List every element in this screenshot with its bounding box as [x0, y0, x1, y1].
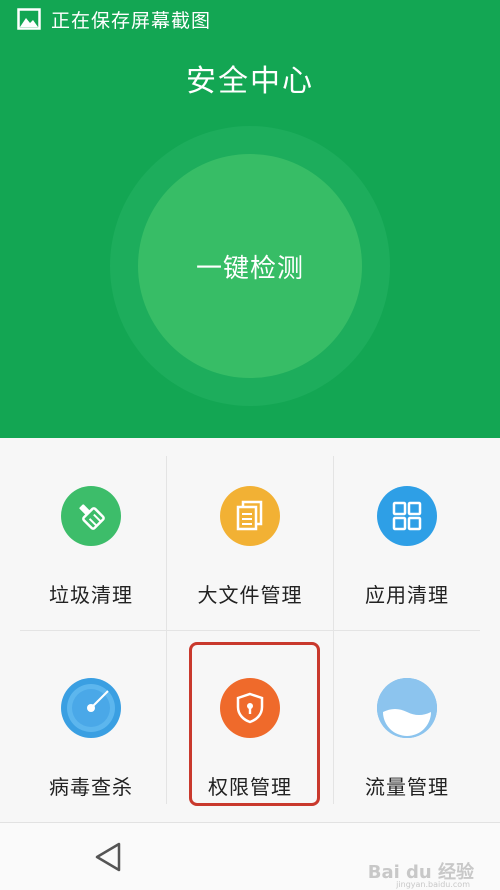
document-icon: [220, 486, 280, 546]
radar-icon: [61, 678, 121, 738]
highlight-box: [189, 642, 320, 806]
back-button[interactable]: [90, 839, 126, 875]
tool-label: 病毒查杀: [49, 775, 133, 799]
status-bar: 正在保存屏幕截图: [0, 0, 500, 38]
tool-large-file-manager[interactable]: 大文件管理: [167, 438, 333, 630]
security-center-header: 正在保存屏幕截图 安全中心 一键检测: [0, 0, 500, 438]
tool-data-usage-manager[interactable]: 流量管理: [324, 630, 490, 822]
one-click-scan-button[interactable]: 一键检测: [138, 154, 362, 378]
tool-label: 垃圾清理: [49, 583, 133, 607]
tool-label: 大文件管理: [197, 583, 303, 607]
app-grid-icon: [377, 486, 437, 546]
page-title: 安全中心: [186, 64, 314, 99]
watermark-url: jingyan.baidu.com: [396, 880, 470, 889]
status-text: 正在保存屏幕截图: [51, 9, 212, 32]
tool-app-cleanup[interactable]: 应用清理: [324, 438, 490, 630]
image-icon: [17, 8, 41, 30]
broom-icon: [61, 486, 121, 546]
tool-label: 应用清理: [365, 583, 449, 607]
tool-junk-cleanup[interactable]: 垃圾清理: [8, 438, 174, 630]
back-triangle-icon: [95, 842, 121, 872]
tool-label: 流量管理: [365, 775, 449, 799]
tool-virus-scan[interactable]: 病毒查杀: [8, 630, 174, 822]
navigation-bar: Bai du 经验 jingyan.baidu.com: [0, 822, 500, 890]
data-bowl-icon: [377, 678, 437, 738]
